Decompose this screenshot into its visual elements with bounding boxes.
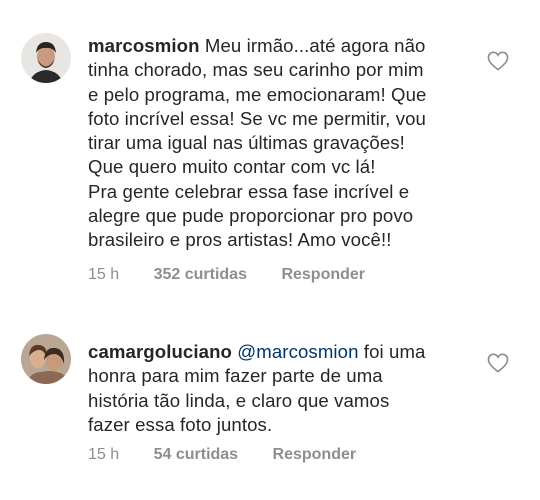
- comment-camargoluciano: camargoluciano @marcosmion foi uma honra…: [0, 0, 540, 500]
- comment-meta: 15 h 54 curtidas Responder: [88, 446, 386, 464]
- avatar[interactable]: [21, 334, 71, 384]
- avatar-photo-icon: [21, 334, 71, 384]
- comment-mention[interactable]: @marcosmion: [237, 341, 358, 362]
- reply-button[interactable]: Responder: [273, 446, 357, 463]
- like-button[interactable]: [487, 353, 509, 373]
- likes-count[interactable]: 54 curtidas: [154, 446, 238, 463]
- comment-username[interactable]: camargoluciano: [88, 341, 232, 362]
- heart-outline-icon: [487, 353, 509, 373]
- comment-time: 15 h: [88, 446, 120, 463]
- comment-body: camargoluciano @marcosmion foi uma honra…: [88, 340, 483, 437]
